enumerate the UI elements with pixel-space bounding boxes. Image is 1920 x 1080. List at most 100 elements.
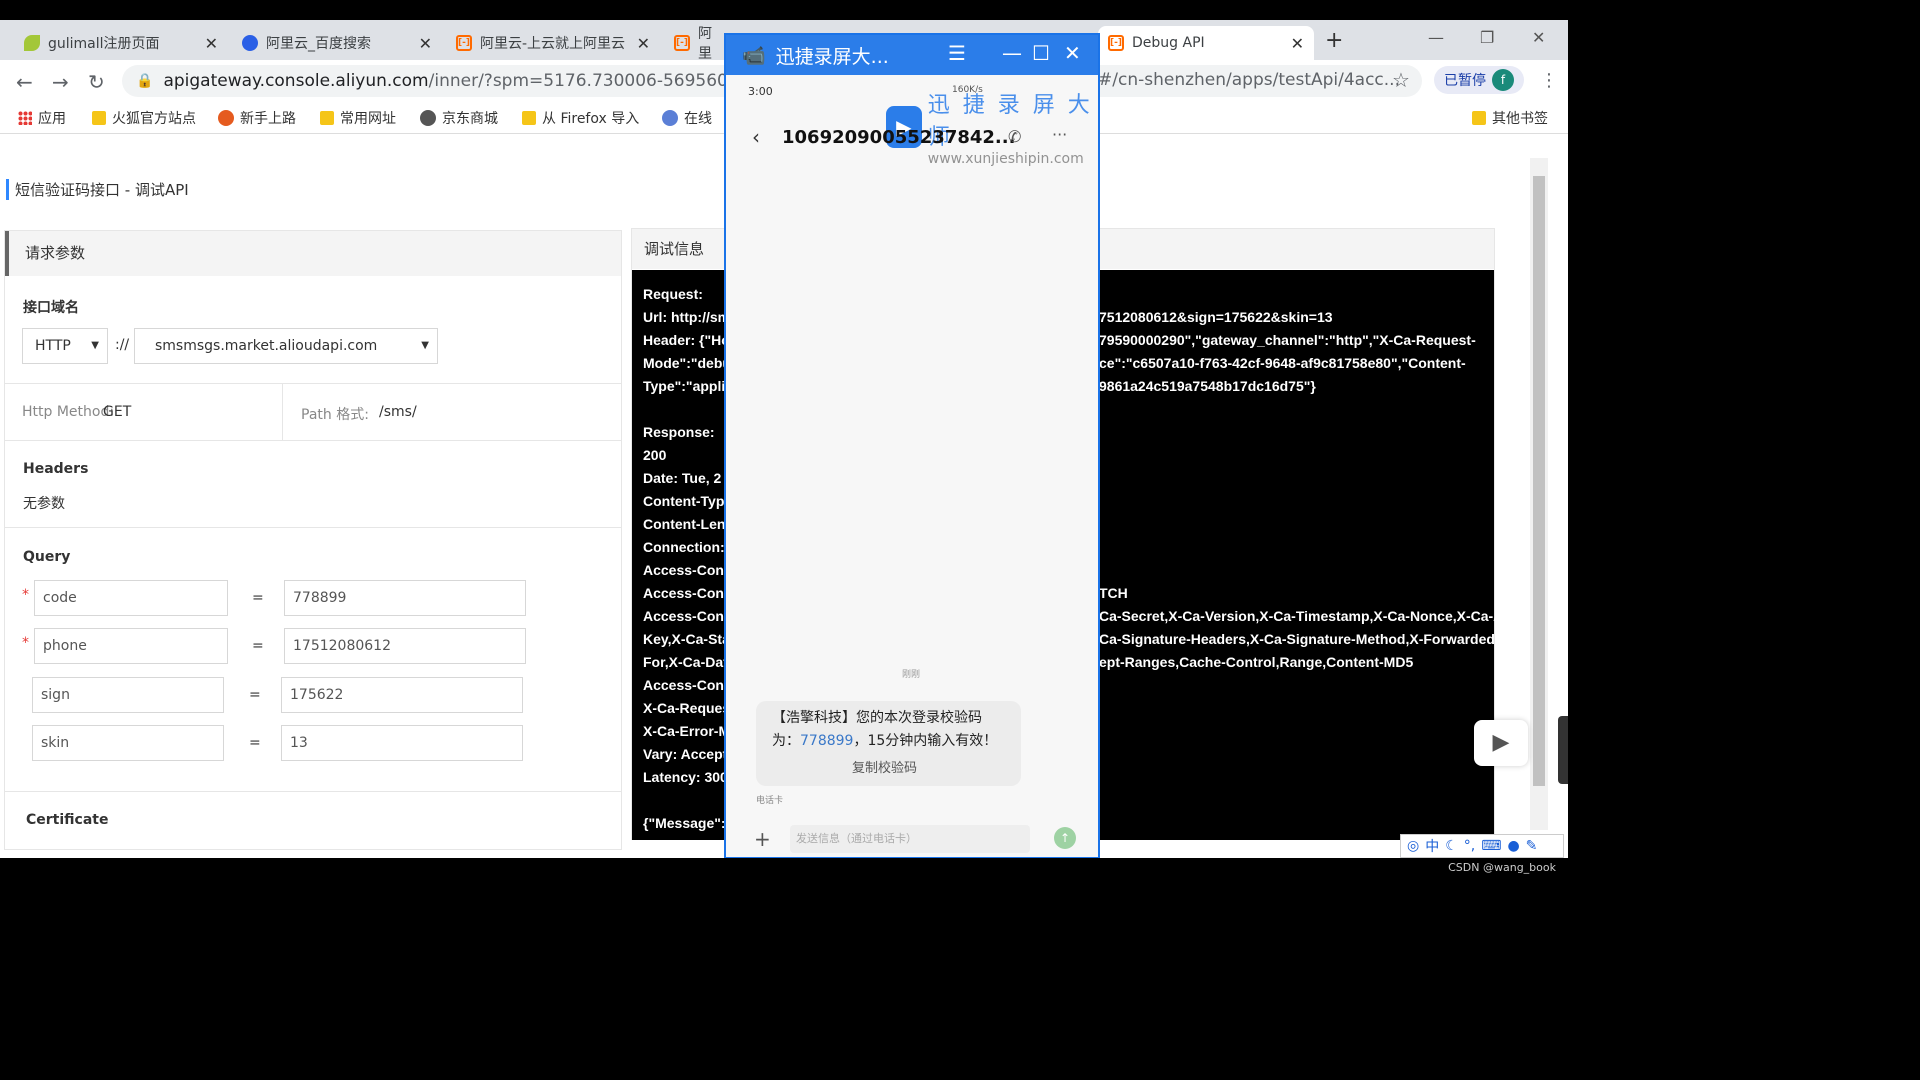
bookmark-label: 在线 [684,111,712,127]
caret-down-icon: ▼ [421,340,429,351]
tab-debug-api[interactable]: [-] Debug API ✕ [1098,26,1314,60]
query-value-code[interactable]: 778899 [284,580,526,616]
forward-icon[interactable]: → [52,70,69,94]
menu-list-icon[interactable]: ☰ [948,41,966,65]
sms-timestamp: 刚刚 [902,670,921,680]
debug-line-right: ept-Ranges,Cache-Control,Range,Content-M… [1099,654,1414,670]
user-icon: ● [1507,838,1520,854]
query-value-phone[interactable]: 17512080612 [284,628,526,664]
sms-verification-code[interactable]: 778899 [800,733,853,749]
bookmark-other[interactable]: 其他书签 [1472,108,1548,128]
url-tail: #/cn-shenzhen/apps/testApi/4acc... [1098,70,1400,90]
divider [5,791,621,792]
http-method-label: Http Method: [22,404,115,420]
query-value-skin[interactable]: 13 [281,725,523,761]
domain-section-title: 接口域名 [23,300,79,316]
firefox-icon [218,110,234,126]
close-icon[interactable]: ✕ [419,34,432,53]
status-time: 3:00 [748,85,773,98]
bookmark-label: 火狐官方站点 [112,111,196,127]
side-handle[interactable] [1558,716,1568,784]
debug-line: Key,X-Ca-Sta [643,631,730,647]
query-key-phone[interactable]: phone [34,628,228,664]
tab-label: gulimall注册页面 [48,36,160,52]
bottom-bar: CSDN @wang_book [0,858,1568,882]
debug-line-right: Ca-Signature-Headers,X-Ca-Signature-Meth… [1099,631,1500,647]
page-title: 短信验证码接口 - 调试API [6,179,189,200]
debug-line: Request: [643,286,703,302]
close-icon[interactable]: ✕ [1291,34,1304,53]
debug-line-right: 9861a24c519a7548b17dc16d75"} [1099,378,1316,394]
back-chevron-icon[interactable]: ‹ [752,125,760,149]
screen-recorder-window: 📹 迅捷录屏大... ☰ — ☐ ✕ 3:00 160K/s ▶ 迅 捷 录 屏… [724,33,1100,859]
bookmark-label: 从 Firefox 导入 [542,111,640,127]
debug-line-right: 79590000290","gateway_channel":"http","X… [1099,332,1476,348]
close-icon[interactable]: ✕ [205,34,218,53]
avatar: f [1492,69,1514,91]
bookmark-label: 其他书签 [1492,111,1548,127]
headers-title: Headers [23,461,89,477]
headers-empty: 无参数 [23,496,65,512]
bookmark-firefox-import[interactable]: 从 Firefox 导入 [522,108,639,128]
required-mark: * [22,587,29,603]
query-value-sign[interactable]: 175622 [281,677,523,713]
lock-icon: 🔒 [136,73,154,89]
required-mark: * [22,635,29,651]
http-method-value: GET [103,404,132,420]
bookmark-common[interactable]: 常用网址 [320,108,396,128]
minimize-icon[interactable]: — [1428,28,1444,47]
debug-line: Content-Leng [643,516,734,532]
query-key-skin[interactable]: skin [32,725,224,761]
bookmark-online[interactable]: 在线 [662,108,712,128]
debug-line: Type":"applic [643,378,734,394]
bookmark-firefox-site[interactable]: 火狐官方站点 [92,108,196,128]
tab-baidu[interactable]: 阿里云_百度搜索 ✕ [232,26,442,60]
ime-toolbar[interactable]: ◎ 中 ☾ °, ⌨ ● ✎ [1400,834,1564,858]
domain-select[interactable]: smsmsgs.market.alioudapi.com ▼ [134,328,438,364]
sms-message-bubble[interactable]: 【浩擎科技】您的本次登录校验码 为：778899，15分钟内输入有效！ 复制校验… [756,701,1021,786]
folder-icon [320,111,334,125]
reload-icon[interactable]: ↻ [88,70,105,94]
protocol-separator: :// [115,337,130,353]
query-key-code[interactable]: code [34,580,228,616]
folder-icon [1472,111,1486,125]
tab-label: 阿里云-上云就上阿里云 [480,36,626,52]
aliyun-icon: [-] [456,35,472,51]
more-icon[interactable]: ··· [1052,125,1067,144]
globe-icon [420,110,436,126]
punctuation-icon: °, [1463,838,1476,854]
minimize-icon[interactable]: — [1002,41,1022,65]
sms-input[interactable]: 发送信息（通过电话卡） [790,825,1030,853]
bookmark-jd[interactable]: 京东商城 [420,108,498,128]
keyboard-icon: ⌨ [1481,838,1502,854]
send-arrow-icon[interactable]: ↑ [1054,827,1076,849]
bookmark-getting-started[interactable]: 新手上路 [218,108,296,128]
tab-aliyun[interactable]: [-] 阿里云-上云就上阿里云 ✕ [446,26,660,60]
debug-line: Mode":"debu [643,355,731,371]
plus-icon[interactable]: + [754,827,771,851]
recorder-titlebar[interactable]: 📹 迅捷录屏大... ☰ — ☐ ✕ [726,35,1098,75]
close-icon[interactable]: ✕ [1064,41,1081,65]
back-icon[interactable]: ← [16,70,33,94]
divider [282,383,283,440]
phone-call-icon[interactable]: ✆ [1008,127,1021,146]
scrollbar-thumb[interactable] [1533,176,1545,786]
browser-menu-icon[interactable]: ⋮ [1540,70,1558,91]
new-tab-button[interactable]: + [1325,28,1343,53]
protocol-select[interactable]: HTTP ▼ [22,328,108,364]
bookmark-apps[interactable]: 应用 [18,108,66,128]
close-window-icon[interactable]: ✕ [1532,28,1545,47]
recorder-title: 迅捷录屏大... [775,45,889,68]
bookmark-star-icon[interactable]: ☆ [1392,68,1410,92]
apps-grid-icon [18,111,32,125]
divider [5,383,621,384]
maximize-icon[interactable]: ☐ [1032,41,1050,65]
profile-paused-chip[interactable]: 已暂停 f [1434,66,1524,94]
debug-line: Url: http://sm [643,309,731,325]
query-key-sign[interactable]: sign [32,677,224,713]
play-icon[interactable]: ▶ [1474,720,1528,766]
restore-icon[interactable]: ❐ [1480,28,1494,47]
copy-code-button[interactable]: 复制校验码 [852,757,917,780]
tab-gulimall[interactable]: gulimall注册页面 ✕ [14,26,228,60]
close-icon[interactable]: ✕ [637,34,650,53]
